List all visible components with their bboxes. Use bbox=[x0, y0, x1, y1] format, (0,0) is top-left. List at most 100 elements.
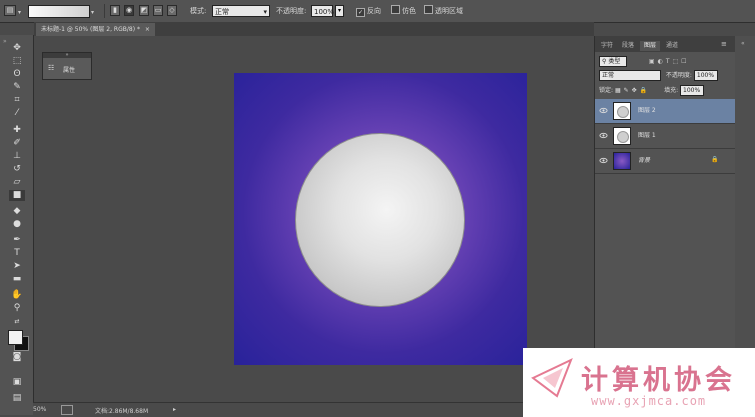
opacity-label: 不透明度: bbox=[276, 7, 307, 15]
gradient-dropdown-icon[interactable]: ▾ bbox=[91, 9, 94, 16]
shape-tool-icon[interactable]: ▬ bbox=[9, 274, 25, 285]
lock-icons[interactable]: ▦✎✥🔒 bbox=[615, 87, 650, 94]
chevron-down-icon[interactable]: ▾ bbox=[18, 9, 21, 16]
dither-checkbox[interactable] bbox=[391, 5, 400, 14]
gradient-tool-icon[interactable]: ■ bbox=[9, 190, 25, 201]
close-icon[interactable]: × bbox=[145, 26, 150, 33]
lock-label: 锁定: bbox=[599, 87, 614, 94]
quick-mask-icon[interactable]: ◙ bbox=[9, 352, 25, 363]
document-tab-strip: 未标题-1 @ 50% (图层 2, RGB/8) * × bbox=[34, 22, 594, 36]
layer-name: 图层 2 bbox=[638, 107, 656, 114]
pen-tool-icon[interactable]: ✒ bbox=[9, 235, 25, 246]
brush-tool-icon[interactable]: ✐ bbox=[9, 138, 25, 149]
tab-layers[interactable]: 图层 bbox=[640, 41, 660, 51]
properties-icon[interactable]: ☷ bbox=[48, 64, 54, 72]
tab-channels[interactable]: 通道 bbox=[663, 41, 681, 51]
path-selection-tool-icon[interactable]: ➤ bbox=[9, 261, 25, 272]
options-bar: ▤ ▾ ▾ ▮ ◉ ◩ ▭ ◇ 模式: 正常 ▾ 不透明度: 100% ▾ ✓ 反… bbox=[0, 0, 755, 23]
layer-opacity-input[interactable]: 100% bbox=[693, 70, 718, 81]
document-tab[interactable]: 未标题-1 @ 50% (图层 2, RGB/8) * × bbox=[36, 23, 155, 36]
filter-kind-select[interactable]: ⚲ 类型 bbox=[599, 56, 627, 67]
blend-mode-select[interactable]: 正常 bbox=[599, 70, 661, 81]
blend-mode-value: 正常 bbox=[602, 72, 615, 79]
mini-panel-header[interactable]: » bbox=[43, 53, 91, 58]
collapse-icon[interactable]: » bbox=[3, 38, 7, 45]
reflected-gradient-icon[interactable]: ▭ bbox=[153, 5, 163, 16]
watermark-site-name: 计算机协会 bbox=[581, 365, 736, 396]
tool-preset-icon[interactable]: ▤ bbox=[4, 5, 16, 16]
dodge-tool-icon[interactable]: ● bbox=[9, 219, 25, 230]
opacity-dropdown-icon[interactable]: ▾ bbox=[335, 5, 344, 17]
hand-tool-icon[interactable]: ✋ bbox=[9, 290, 25, 301]
type-tool-icon[interactable]: T bbox=[9, 248, 25, 259]
angle-gradient-icon[interactable]: ◩ bbox=[139, 5, 149, 16]
eye-icon[interactable] bbox=[599, 131, 608, 140]
export-icon[interactable] bbox=[61, 405, 73, 415]
healing-brush-tool-icon[interactable]: ✚ bbox=[9, 125, 25, 136]
screen-mode-icon[interactable]: ▣ bbox=[9, 377, 25, 388]
zoom-tool-icon[interactable]: ⚲ bbox=[9, 303, 25, 314]
layer-row[interactable]: 图层 1 bbox=[595, 124, 736, 149]
document-tab-title: 未标题-1 @ 50% (图层 2, RGB/8) * bbox=[41, 26, 140, 33]
photoshop-window: ▤ ▾ ▾ ▮ ◉ ◩ ▭ ◇ 模式: 正常 ▾ 不透明度: 100% ▾ ✓ 反… bbox=[0, 0, 755, 417]
diamond-gradient-icon[interactable]: ◇ bbox=[167, 5, 177, 16]
transparency-checkbox[interactable] bbox=[424, 5, 433, 14]
opacity-input[interactable]: 100% bbox=[311, 5, 334, 17]
layer-filter-row: ⚲ 类型 ▣◐T⬚☐ bbox=[599, 56, 690, 67]
lock-icon: 🔒 bbox=[711, 156, 719, 163]
eye-icon[interactable] bbox=[599, 106, 608, 115]
reverse-option[interactable]: ✓ 反向 bbox=[356, 4, 381, 18]
reverse-checkbox[interactable]: ✓ bbox=[356, 8, 365, 17]
swap-colors-icon[interactable]: ⇄ bbox=[9, 316, 25, 327]
fill-label: 填充: bbox=[664, 87, 679, 94]
properties-label[interactable]: 属性 bbox=[63, 65, 75, 74]
logo-icon bbox=[531, 358, 573, 398]
panel-menu-icon[interactable]: ≡ bbox=[721, 40, 727, 48]
move-tool-icon[interactable]: ✥ bbox=[9, 43, 25, 54]
clone-stamp-tool-icon[interactable]: ⊥ bbox=[9, 151, 25, 162]
collapse-icon[interactable]: « bbox=[741, 40, 745, 47]
eraser-tool-icon[interactable]: ▱ bbox=[9, 177, 25, 188]
zoom-level[interactable]: 50% bbox=[33, 406, 46, 413]
transparency-label: 透明区域 bbox=[435, 7, 463, 15]
document-info: 文档:2.86M/8.68M bbox=[95, 408, 149, 415]
tab-character[interactable]: 字符 bbox=[598, 41, 616, 51]
radial-gradient-icon[interactable]: ◉ bbox=[124, 5, 134, 16]
tab-paragraph[interactable]: 段落 bbox=[619, 41, 637, 51]
status-bar: 50% 文档:2.86M/8.68M ▸ bbox=[33, 402, 523, 417]
quick-select-tool-icon[interactable]: ✎ bbox=[9, 82, 25, 93]
marquee-tool-icon[interactable]: ⬚ bbox=[9, 56, 25, 67]
blend-row: 正常 不透明度: 100% bbox=[599, 70, 718, 81]
mode-value: 正常 bbox=[215, 8, 229, 16]
layer-fill-input[interactable]: 100% bbox=[680, 85, 705, 96]
filter-kind-value: 类型 bbox=[608, 58, 621, 65]
eye-icon[interactable] bbox=[599, 156, 608, 165]
layer-name: 背景 bbox=[638, 157, 651, 164]
mode-label: 模式: bbox=[190, 7, 207, 15]
foreground-color-swatch[interactable] bbox=[8, 330, 23, 345]
dither-label: 仿色 bbox=[402, 7, 416, 15]
status-menu-icon[interactable]: ▸ bbox=[173, 406, 176, 413]
lasso-tool-icon[interactable]: ʘ bbox=[9, 69, 25, 80]
mode-select[interactable]: 正常 ▾ bbox=[212, 5, 270, 17]
gradient-circle-shape bbox=[295, 133, 465, 307]
filter-icons[interactable]: ▣◐T⬚☐ bbox=[649, 58, 690, 65]
gradient-picker[interactable] bbox=[28, 5, 90, 18]
watermark-url: www.gxjmca.com bbox=[591, 394, 707, 408]
history-brush-tool-icon[interactable]: ↺ bbox=[9, 164, 25, 175]
chevron-down-icon: ▾ bbox=[263, 8, 267, 16]
properties-mini-panel: » ☷ 属性 bbox=[42, 52, 92, 80]
layer-row[interactable]: 图层 2 bbox=[595, 99, 736, 124]
opacity-label: 不透明度: bbox=[665, 72, 692, 79]
crop-tool-icon[interactable]: ⌗ bbox=[9, 95, 25, 106]
linear-gradient-icon[interactable]: ▮ bbox=[110, 5, 120, 16]
layer-thumbnail bbox=[613, 152, 631, 170]
layer-row[interactable]: 背景 🔒 bbox=[595, 149, 736, 174]
screen-mode-alt-icon[interactable]: ▤ bbox=[9, 393, 25, 404]
layer-thumbnail bbox=[613, 127, 631, 145]
eyedropper-tool-icon[interactable]: ⁄ bbox=[9, 108, 25, 119]
dither-option[interactable]: 仿色 bbox=[391, 4, 416, 18]
transparency-option[interactable]: 透明区域 bbox=[424, 4, 463, 18]
blur-tool-icon[interactable]: ◆ bbox=[9, 206, 25, 217]
lock-row: 锁定: ▦✎✥🔒 填充: 100% bbox=[599, 85, 705, 96]
